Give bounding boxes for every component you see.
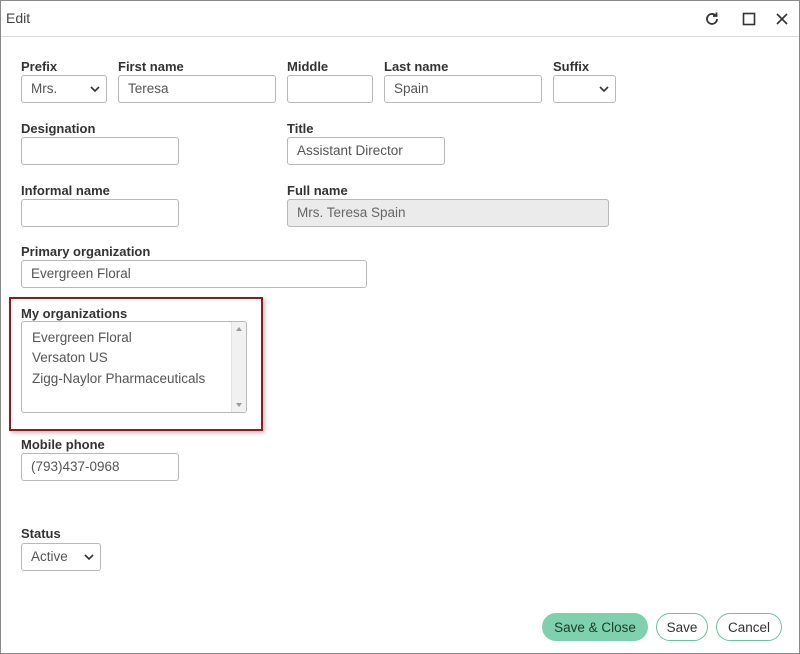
edit-dialog: Edit Prefix Mrs. First name Teresa Middl… <box>0 0 800 654</box>
status-select[interactable]: Active <box>21 543 101 571</box>
first-name-label: First name <box>118 59 184 74</box>
first-name-field[interactable]: Teresa <box>118 75 276 103</box>
prefix-select[interactable]: Mrs. <box>21 75 107 103</box>
middle-label: Middle <box>287 59 329 74</box>
designation-field[interactable] <box>21 137 179 165</box>
chevron-down-icon <box>599 86 609 93</box>
suffix-label: Suffix <box>553 59 590 74</box>
list-item[interactable]: Versaton US <box>32 350 108 365</box>
designation-label: Designation <box>21 121 96 136</box>
dialog-title: Edit <box>6 10 31 26</box>
chevron-down-icon <box>84 554 94 561</box>
middle-field[interactable] <box>287 75 373 103</box>
prefix-value: Mrs. <box>31 81 58 96</box>
refresh-icon[interactable] <box>701 8 723 30</box>
list-item[interactable]: Zigg-Naylor Pharmaceuticals <box>32 371 205 386</box>
suffix-select[interactable] <box>553 75 616 103</box>
title-bar: Edit <box>1 1 799 37</box>
mobile-phone-field[interactable]: (793)437-0968 <box>21 453 179 481</box>
full-name-field: Mrs. Teresa Spain <box>287 199 609 227</box>
save-and-close-button[interactable]: Save & Close <box>542 613 648 641</box>
last-name-label: Last name <box>384 59 449 74</box>
list-item[interactable]: Evergreen Floral <box>32 330 132 345</box>
chevron-down-icon <box>90 86 100 93</box>
full-name-label: Full name <box>287 183 348 198</box>
save-button[interactable]: Save <box>656 613 708 641</box>
prefix-label: Prefix <box>21 59 58 74</box>
my-organizations-label: My organizations <box>21 306 128 321</box>
status-value: Active <box>31 549 68 564</box>
scroll-down-arrow-icon[interactable] <box>236 403 242 407</box>
cancel-button[interactable]: Cancel <box>716 613 782 641</box>
listbox-scrollbar[interactable] <box>231 322 246 412</box>
my-organizations-listbox[interactable]: Evergreen Floral Versaton US Zigg-Naylor… <box>21 321 247 413</box>
close-icon[interactable] <box>771 8 793 30</box>
scroll-up-arrow-icon[interactable] <box>236 327 242 331</box>
last-name-field[interactable]: Spain <box>384 75 542 103</box>
primary-organization-label: Primary organization <box>21 244 151 259</box>
maximize-icon[interactable] <box>738 8 760 30</box>
mobile-phone-label: Mobile phone <box>21 437 105 452</box>
title-field[interactable]: Assistant Director <box>287 137 445 165</box>
status-label: Status <box>21 526 61 541</box>
informal-name-label: Informal name <box>21 183 110 198</box>
informal-name-field[interactable] <box>21 199 179 227</box>
primary-organization-field[interactable]: Evergreen Floral <box>21 260 367 288</box>
title-label: Title <box>287 121 314 136</box>
